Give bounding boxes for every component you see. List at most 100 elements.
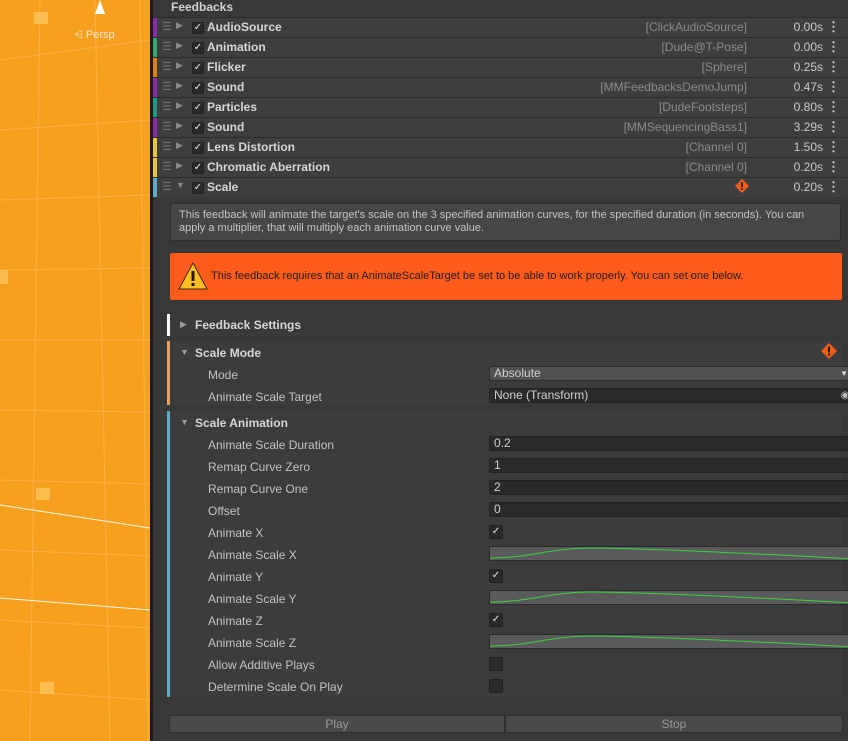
feedback-active-checkbox[interactable]: ✓: [192, 142, 204, 154]
chevron-right-icon[interactable]: ▶: [176, 100, 183, 111]
curve-z-graph: [489, 635, 848, 648]
duration-field[interactable]: 0.2: [489, 436, 848, 451]
duration-label: Animate Scale Duration: [208, 438, 335, 452]
drag-handle-icon[interactable]: ☰: [162, 100, 172, 113]
section-bar: [167, 411, 170, 697]
feedback-name: Animation: [207, 40, 266, 54]
feedback-duration: 1.50s: [793, 140, 823, 154]
determine-scale-checkbox[interactable]: [489, 679, 503, 693]
kebab-menu-icon[interactable]: ⋮: [827, 159, 840, 175]
drag-handle-icon[interactable]: ☰: [162, 80, 172, 93]
chevron-right-icon[interactable]: ▶: [176, 40, 183, 51]
scene-view[interactable]: ⩤ Persp: [0, 0, 150, 741]
remap-one-field[interactable]: 2: [489, 480, 848, 495]
gizmo-cone-icon: [95, 0, 105, 14]
inspector-panel: Feedbacks ☰ ▶ ✓ AudioSource [ClickAudioSourc…: [153, 0, 848, 741]
feedback-active-checkbox[interactable]: ✓: [192, 102, 204, 114]
feedback-row[interactable]: ☰ ▶ ✓ AudioSource [ClickAudioSource] 0.00s ⋮: [153, 17, 848, 37]
feedback-row[interactable]: ☰ ▼ ✓ Scale 0.20s ⋮: [153, 177, 848, 197]
remap-zero-label: Remap Curve Zero: [208, 460, 311, 474]
chevron-right-icon[interactable]: ▶: [176, 120, 183, 131]
section-title: Scale Mode: [195, 346, 262, 360]
drag-handle-icon[interactable]: ☰: [162, 60, 172, 73]
remap-zero-field[interactable]: 1: [489, 458, 848, 473]
feedback-active-checkbox[interactable]: ✓: [192, 162, 204, 174]
feedback-target: [MMFeedbacksDemoJump]: [600, 80, 747, 94]
feedback-row[interactable]: ☰ ▶ ✓ Lens Distortion [Channel 0] 1.50s ⋮: [153, 137, 848, 157]
warning-triangle-icon: [178, 261, 208, 290]
target-value: None (Transform): [494, 388, 589, 402]
feedback-row[interactable]: ☰ ▶ ✓ Sound [MMSequencingBass1] 3.29s ⋮: [153, 117, 848, 137]
feedback-name: Particles: [207, 100, 258, 114]
kebab-menu-icon[interactable]: ⋮: [827, 79, 840, 95]
feedback-duration: 0.00s: [793, 20, 823, 34]
kebab-menu-icon[interactable]: ⋮: [827, 39, 840, 55]
drag-handle-icon[interactable]: ☰: [162, 120, 172, 133]
drag-handle-icon[interactable]: ☰: [162, 20, 172, 33]
feedback-target: [Dude@T-Pose]: [661, 40, 747, 54]
feedback-color-stripe: [153, 158, 157, 177]
animate-z-checkbox[interactable]: ✓: [489, 613, 503, 627]
animate-scale-target-label: Animate Scale Target: [208, 390, 322, 404]
chevron-right-icon[interactable]: ▶: [176, 20, 183, 31]
chevron-right-icon[interactable]: ▶: [176, 160, 183, 171]
persp-label[interactable]: ⩤ Persp: [74, 29, 115, 42]
feedback-duration: 3.29s: [793, 120, 823, 134]
feedback-name: Sound: [207, 80, 245, 94]
curve-z-field[interactable]: [489, 634, 848, 649]
chevron-right-icon[interactable]: ▶: [176, 80, 183, 91]
chevron-down-icon[interactable]: ▼: [180, 417, 189, 427]
curve-x-field[interactable]: [489, 546, 848, 561]
kebab-menu-icon[interactable]: ⋮: [827, 99, 840, 115]
kebab-menu-icon[interactable]: ⋮: [827, 19, 840, 35]
feedback-active-checkbox[interactable]: ✓: [192, 62, 204, 74]
animate-x-checkbox[interactable]: ✓: [489, 525, 503, 539]
feedback-name: Scale: [207, 180, 239, 194]
kebab-menu-icon[interactable]: ⋮: [827, 179, 840, 195]
kebab-menu-icon[interactable]: ⋮: [827, 59, 840, 75]
drag-handle-icon[interactable]: ☰: [162, 160, 172, 173]
chevron-right-icon[interactable]: ▶: [176, 140, 183, 151]
feedback-active-checkbox[interactable]: ✓: [192, 122, 204, 134]
animate-z-label: Animate Z: [208, 614, 263, 628]
feedback-target: [Channel 0]: [685, 160, 747, 174]
drag-handle-icon[interactable]: ☰: [162, 180, 172, 193]
feedback-row[interactable]: ☰ ▶ ✓ Flicker [Sphere] 0.25s ⋮: [153, 57, 848, 77]
offset-field[interactable]: 0: [489, 502, 848, 517]
feedback-row[interactable]: ☰ ▶ ✓ Particles [DudeFootsteps] 0.80s ⋮: [153, 97, 848, 117]
curve-y-label: Animate Scale Y: [208, 592, 297, 606]
feedback-target: [Channel 0]: [685, 140, 747, 154]
feedback-row[interactable]: ☰ ▶ ✓ Sound [MMFeedbacksDemoJump] 0.47s ⋮: [153, 77, 848, 97]
curve-z-label: Animate Scale Z: [208, 636, 297, 650]
kebab-menu-icon[interactable]: ⋮: [827, 119, 840, 135]
feedback-row[interactable]: ☰ ▶ ✓ Animation [Dude@T-Pose] 0.00s ⋮: [153, 37, 848, 57]
kebab-menu-icon[interactable]: ⋮: [827, 139, 840, 155]
feedback-color-stripe: [153, 78, 157, 97]
drag-handle-icon[interactable]: ☰: [162, 40, 172, 53]
feedback-active-checkbox[interactable]: ✓: [192, 82, 204, 94]
chevron-down-icon[interactable]: ▼: [180, 347, 189, 357]
curve-y-field[interactable]: [489, 590, 848, 605]
section-bar: [167, 341, 170, 405]
drag-handle-icon[interactable]: ☰: [162, 140, 172, 153]
chevron-right-icon[interactable]: ▶: [180, 319, 187, 330]
stop-button[interactable]: Stop: [505, 715, 843, 733]
animate-y-checkbox[interactable]: ✓: [489, 569, 503, 583]
chevron-right-icon[interactable]: ▶: [176, 60, 183, 71]
feedback-color-stripe: [153, 138, 157, 157]
chevron-down-icon[interactable]: ▼: [176, 180, 185, 190]
section-feedback-settings[interactable]: ▶ Feedback Settings: [167, 314, 842, 336]
object-picker-icon[interactable]: ◉: [838, 389, 848, 402]
feedback-color-stripe: [153, 118, 157, 137]
feedback-active-checkbox[interactable]: ✓: [192, 22, 204, 34]
feedback-row[interactable]: ☰ ▶ ✓ Chromatic Aberration [Channel 0] 0.20s ⋮: [153, 157, 848, 177]
feedback-name: Chromatic Aberration: [207, 160, 330, 174]
feedback-active-checkbox[interactable]: ✓: [192, 42, 204, 54]
additive-checkbox[interactable]: [489, 657, 503, 671]
play-button[interactable]: Play: [169, 715, 505, 733]
animate-scale-target-field[interactable]: None (Transform) ◉: [489, 388, 848, 403]
feedback-active-checkbox[interactable]: ✓: [192, 182, 204, 194]
section-title: Feedback Settings: [195, 318, 302, 332]
feedback-target: [Sphere]: [701, 60, 747, 74]
mode-dropdown[interactable]: Absolute ▼: [489, 366, 848, 381]
